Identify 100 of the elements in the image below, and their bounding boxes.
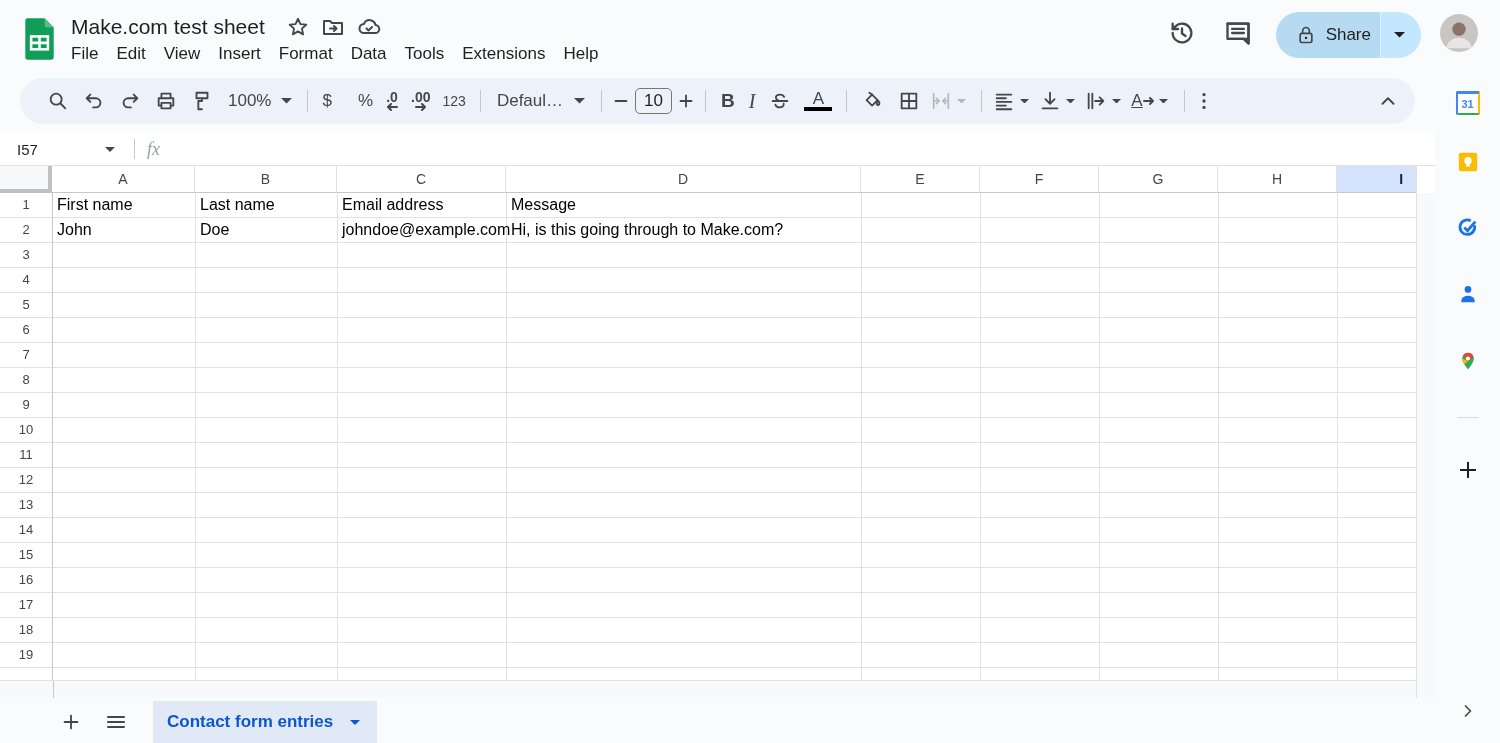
row-header[interactable]: 7 bbox=[0, 343, 53, 368]
table-cell[interactable] bbox=[53, 468, 196, 493]
print-icon[interactable] bbox=[155, 90, 177, 112]
table-cell[interactable] bbox=[196, 243, 338, 268]
table-cell[interactable] bbox=[196, 418, 338, 443]
table-cell[interactable] bbox=[338, 393, 507, 418]
table-cell[interactable] bbox=[338, 443, 507, 468]
table-cell[interactable] bbox=[196, 618, 338, 643]
table-cell[interactable] bbox=[981, 493, 1100, 518]
table-cell[interactable] bbox=[507, 518, 862, 543]
table-cell[interactable] bbox=[1219, 318, 1338, 343]
table-cell[interactable] bbox=[1219, 593, 1338, 618]
table-cell[interactable] bbox=[196, 293, 338, 318]
table-cell[interactable] bbox=[981, 193, 1100, 218]
table-cell[interactable] bbox=[1219, 343, 1338, 368]
table-cell[interactable] bbox=[1100, 443, 1219, 468]
table-cell[interactable] bbox=[862, 593, 981, 618]
table-cell[interactable] bbox=[507, 643, 862, 668]
table-cell[interactable] bbox=[862, 343, 981, 368]
table-cell[interactable] bbox=[862, 368, 981, 393]
table-cell[interactable] bbox=[981, 393, 1100, 418]
table-cell[interactable] bbox=[338, 618, 507, 643]
column-header[interactable]: E bbox=[861, 166, 980, 193]
table-cell[interactable] bbox=[1100, 518, 1219, 543]
sheet-tab[interactable]: Contact form entries bbox=[153, 701, 378, 743]
menu-item[interactable]: File bbox=[71, 42, 108, 66]
table-cell[interactable] bbox=[53, 518, 196, 543]
row-header[interactable]: 13 bbox=[0, 493, 53, 518]
table-cell[interactable] bbox=[862, 418, 981, 443]
table-cell[interactable]: Email address bbox=[338, 193, 507, 218]
lightbulb-icon[interactable] bbox=[1456, 151, 1479, 173]
table-cell[interactable] bbox=[981, 468, 1100, 493]
table-cell[interactable] bbox=[981, 368, 1100, 393]
table-cell[interactable] bbox=[981, 293, 1100, 318]
menu-item[interactable]: Tools bbox=[404, 42, 454, 66]
table-cell[interactable] bbox=[53, 243, 196, 268]
row-header[interactable]: 1 bbox=[0, 193, 53, 218]
table-cell[interactable]: John bbox=[53, 218, 196, 243]
table-cell[interactable] bbox=[196, 368, 338, 393]
table-cell[interactable] bbox=[338, 318, 507, 343]
row-header[interactable]: 5 bbox=[0, 293, 53, 318]
row-header[interactable]: 4 bbox=[0, 268, 53, 293]
bold-button[interactable]: B bbox=[713, 90, 742, 112]
table-cell[interactable] bbox=[1219, 618, 1338, 643]
table-cell[interactable] bbox=[1100, 468, 1219, 493]
table-cell[interactable] bbox=[338, 268, 507, 293]
table-cell[interactable] bbox=[1100, 268, 1219, 293]
menu-item[interactable]: Help bbox=[563, 42, 608, 66]
table-cell[interactable] bbox=[507, 593, 862, 618]
row-header[interactable]: 8 bbox=[0, 368, 53, 393]
table-cell[interactable] bbox=[981, 418, 1100, 443]
table-cell[interactable] bbox=[1100, 193, 1219, 218]
table-cell[interactable] bbox=[507, 443, 862, 468]
table-cell[interactable] bbox=[338, 293, 507, 318]
row-header[interactable]: 2 bbox=[0, 218, 53, 243]
table-cell[interactable] bbox=[338, 543, 507, 568]
table-cell[interactable] bbox=[1219, 193, 1338, 218]
table-cell[interactable] bbox=[1219, 568, 1338, 593]
table-cell[interactable] bbox=[1219, 543, 1338, 568]
table-cell[interactable] bbox=[862, 618, 981, 643]
table-cell[interactable] bbox=[862, 268, 981, 293]
menu-item[interactable]: View bbox=[163, 42, 210, 66]
table-cell[interactable] bbox=[338, 518, 507, 543]
table-cell[interactable] bbox=[1100, 368, 1219, 393]
sheets-logo-icon[interactable] bbox=[24, 18, 55, 60]
table-cell[interactable] bbox=[1100, 568, 1219, 593]
table-cell[interactable] bbox=[862, 493, 981, 518]
percent-button[interactable]: % bbox=[351, 91, 380, 111]
zoom-dropdown[interactable]: 100% bbox=[220, 91, 300, 111]
currency-button[interactable]: $ bbox=[316, 91, 338, 111]
table-cell[interactable] bbox=[1100, 393, 1219, 418]
checkmark-circle-icon[interactable] bbox=[1456, 217, 1479, 239]
table-cell[interactable] bbox=[507, 568, 862, 593]
table-cell[interactable] bbox=[53, 318, 196, 343]
table-cell[interactable] bbox=[507, 618, 862, 643]
table-cell[interactable] bbox=[196, 468, 338, 493]
decrease-decimal-button[interactable]: .0 bbox=[379, 91, 406, 111]
table-cell[interactable] bbox=[196, 593, 338, 618]
table-cell[interactable] bbox=[862, 518, 981, 543]
number-format-button[interactable]: 123 bbox=[436, 93, 472, 109]
table-cell[interactable] bbox=[862, 193, 981, 218]
table-cell[interactable] bbox=[53, 493, 196, 518]
table-cell[interactable] bbox=[1100, 643, 1219, 668]
table-cell[interactable] bbox=[1219, 368, 1338, 393]
table-cell[interactable] bbox=[507, 268, 862, 293]
table-cell[interactable] bbox=[507, 468, 862, 493]
row-header[interactable]: 18 bbox=[0, 618, 53, 643]
table-cell[interactable] bbox=[981, 568, 1100, 593]
italic-button[interactable]: I bbox=[741, 89, 763, 113]
select-all-corner[interactable] bbox=[0, 166, 52, 193]
row-header[interactable]: 16 bbox=[0, 568, 53, 593]
row-header[interactable]: 11 bbox=[0, 443, 53, 468]
table-cell[interactable] bbox=[338, 468, 507, 493]
table-cell[interactable] bbox=[507, 293, 862, 318]
table-cell[interactable] bbox=[53, 443, 196, 468]
table-cell[interactable] bbox=[1100, 493, 1219, 518]
table-cell[interactable] bbox=[1100, 543, 1219, 568]
table-cell[interactable] bbox=[862, 293, 981, 318]
table-cell[interactable] bbox=[862, 243, 981, 268]
table-cell[interactable] bbox=[981, 643, 1100, 668]
